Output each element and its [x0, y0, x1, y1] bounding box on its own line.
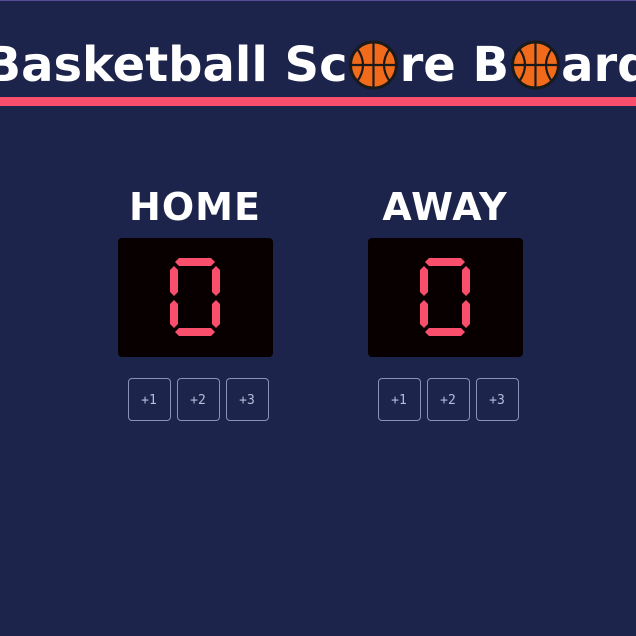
title-text-part3: ard — [561, 37, 636, 93]
seven-segment-zero — [419, 258, 470, 336]
home-team-name: HOME — [129, 185, 261, 229]
home-add-2-button[interactable]: +2 — [176, 378, 220, 421]
scoreboard-page: Basketball Sc re B ard HOME +1 +2 +3 AWA… — [0, 0, 636, 636]
header-divider — [0, 97, 636, 106]
home-score-buttons: +1 +2 +3 — [115, 378, 275, 421]
away-team-panel: AWAY 0 +1 +2 +3 — [365, 184, 525, 421]
basketball-icon — [510, 40, 560, 90]
page-title: Basketball Sc re B ard — [0, 35, 636, 95]
home-add-3-button[interactable]: +3 — [225, 378, 269, 421]
header: Basketball Sc re B ard — [0, 1, 636, 97]
home-team-panel: HOME 0 +1 +2 +3 — [115, 184, 275, 421]
away-add-1-button[interactable]: +1 — [377, 378, 421, 421]
basketball-icon — [349, 40, 399, 90]
title-text-part2: re B — [399, 37, 510, 93]
title-text-part1: Basketball Sc — [0, 37, 348, 93]
home-add-1-button[interactable]: +1 — [127, 378, 171, 421]
away-score-buttons: +1 +2 +3 — [365, 378, 525, 421]
home-score-display: 0 — [117, 238, 273, 357]
seven-segment-zero — [169, 258, 220, 336]
away-add-2-button[interactable]: +2 — [426, 378, 470, 421]
away-add-3-button[interactable]: +3 — [475, 378, 519, 421]
away-score-display: 0 — [367, 238, 523, 357]
away-team-name: AWAY — [382, 185, 508, 229]
